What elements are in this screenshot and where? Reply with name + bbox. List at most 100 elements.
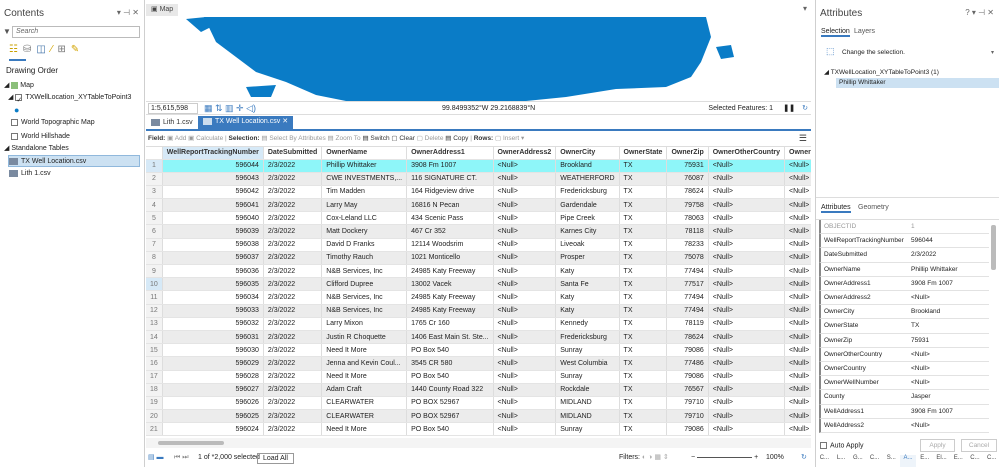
- table-cell[interactable]: <Null>: [493, 238, 557, 252]
- table-cell[interactable]: <Null>: [784, 159, 811, 173]
- copy-button[interactable]: ▤ Copy: [445, 135, 468, 142]
- table-cell[interactable]: Cox-Leland LLC: [321, 211, 408, 226]
- table-cell[interactable]: Tim Madden: [321, 185, 408, 200]
- attribute-row[interactable]: OBJECTID 1: [819, 220, 989, 235]
- table-cell[interactable]: <Null>: [708, 159, 786, 173]
- table-cell[interactable]: <Null>: [708, 264, 786, 279]
- table-cell[interactable]: 2/3/2022: [263, 159, 323, 173]
- table-cell[interactable]: David D Franks: [321, 238, 408, 252]
- table-cell[interactable]: <Null>: [708, 290, 786, 305]
- table-cell[interactable]: 24985 Katy Freeway: [406, 264, 494, 279]
- table-cell[interactable]: MIDLAND: [555, 396, 620, 411]
- auto-apply-checkbox[interactable]: Auto Apply: [820, 442, 863, 449]
- table-row[interactable]: 12 596033 2/3/2022 N&B Services, Inc 24985 K…: [146, 304, 811, 318]
- table-cell[interactable]: 596039: [162, 224, 264, 239]
- row-number[interactable]: 21: [146, 422, 163, 437]
- table-cell[interactable]: Justin R Choquette: [321, 330, 408, 345]
- table-cell[interactable]: <Null>: [784, 396, 811, 411]
- table-cell[interactable]: TX: [619, 185, 668, 200]
- table-cell[interactable]: PO Box 540: [406, 422, 494, 437]
- attribute-row[interactable]: OwnerWellNumber <Null>: [819, 376, 989, 391]
- table-cell[interactable]: MIDLAND: [555, 409, 620, 424]
- checkbox[interactable]: [820, 442, 827, 449]
- table-cell[interactable]: 79710: [666, 396, 709, 411]
- selection-icon[interactable]: ◫: [36, 44, 50, 55]
- row-number[interactable]: 2: [146, 172, 163, 186]
- table-row[interactable]: 15 596030 2/3/2022 Need It More PO Box 540 <N…: [146, 343, 811, 358]
- table-cell[interactable]: TX: [619, 356, 668, 371]
- refresh-icon[interactable]: ↻: [801, 451, 807, 465]
- table-cell[interactable]: 596044: [162, 159, 264, 173]
- row-number[interactable]: 12: [146, 304, 163, 318]
- field-value[interactable]: <Null>: [911, 419, 930, 433]
- zoom-slider[interactable]: − +: [691, 451, 758, 465]
- table-cell[interactable]: <Null>: [493, 370, 557, 384]
- tree-layer-topo[interactable]: World Topographic Map: [11, 117, 95, 129]
- map-view[interactable]: [146, 17, 815, 101]
- row-number[interactable]: 6: [146, 224, 163, 239]
- table-cell[interactable]: 596031: [162, 330, 264, 345]
- table-cell[interactable]: PO Box 540: [406, 343, 494, 358]
- vertical-scrollbar[interactable]: [991, 225, 996, 270]
- table-cell[interactable]: <Null>: [784, 409, 811, 424]
- table-cell[interactable]: TX: [619, 211, 668, 226]
- field-value[interactable]: 1: [911, 220, 915, 234]
- row-number[interactable]: 5: [146, 211, 163, 226]
- table-cell[interactable]: <Null>: [708, 356, 786, 371]
- field-value[interactable]: 75931: [911, 334, 929, 348]
- field-value[interactable]: Brookland: [911, 305, 940, 319]
- row-number[interactable]: 19: [146, 396, 163, 411]
- attribute-row[interactable]: WellAddress2 <Null>: [819, 418, 989, 433]
- attribute-row[interactable]: WellReportTrackingNumber 596044: [819, 234, 989, 249]
- checkbox[interactable]: [11, 132, 18, 140]
- table-cell[interactable]: Gardendale: [555, 198, 620, 213]
- view-toggle-icons[interactable]: ▤ ▬: [148, 451, 164, 465]
- tab-tx-well-location[interactable]: TX Well Location.csv ✕: [198, 116, 294, 129]
- row-number[interactable]: 1: [146, 159, 163, 173]
- table-cell[interactable]: <Null>: [784, 185, 811, 200]
- table-cell[interactable]: <Null>: [708, 304, 786, 318]
- table-cell[interactable]: 596024: [162, 422, 264, 437]
- table-cell[interactable]: Katy: [555, 264, 620, 279]
- table-cell[interactable]: 78624: [666, 185, 709, 200]
- table-cell[interactable]: 596030: [162, 343, 264, 358]
- field-value[interactable]: Phillip Whittaker: [911, 263, 958, 277]
- table-cell[interactable]: 596036: [162, 264, 264, 279]
- table-cell[interactable]: Timothy Rauch: [321, 251, 408, 266]
- table-cell[interactable]: <Null>: [493, 396, 557, 411]
- table-row[interactable]: 16 596029 2/3/2022 Jenna and Kevin Coul... 3…: [146, 356, 811, 371]
- table-cell[interactable]: 12114 Woodsrim: [406, 238, 494, 252]
- table-cell[interactable]: 78119: [666, 317, 709, 331]
- field-value[interactable]: 596044: [911, 234, 933, 248]
- table-cell[interactable]: 2/3/2022: [263, 198, 323, 213]
- table-cell[interactable]: TX: [619, 277, 668, 292]
- table-cell[interactable]: Rockdale: [555, 383, 620, 397]
- field-value[interactable]: <Null>: [911, 291, 930, 305]
- table-cell[interactable]: CLEARWATER: [321, 409, 408, 424]
- select-by-attributes-button[interactable]: ▤ Select By Attributes: [261, 135, 325, 142]
- table-cell[interactable]: Katy: [555, 290, 620, 305]
- table-cell[interactable]: 3545 CR 580: [406, 356, 494, 371]
- apply-button[interactable]: Apply: [920, 439, 955, 452]
- table-cell[interactable]: 596027: [162, 383, 264, 397]
- pane-tab[interactable]: El...: [933, 455, 950, 467]
- row-number[interactable]: 13: [146, 317, 163, 331]
- table-cell[interactable]: 2/3/2022: [263, 422, 323, 437]
- table-cell[interactable]: <Null>: [784, 343, 811, 358]
- tree-map[interactable]: ◢ Map: [4, 80, 34, 92]
- table-cell[interactable]: Sunray: [555, 370, 620, 384]
- table-cell[interactable]: <Null>: [708, 185, 786, 200]
- table-cell[interactable]: PO BOX 52967: [406, 396, 494, 411]
- table-cell[interactable]: 76087: [666, 172, 709, 186]
- table-cell[interactable]: <Null>: [708, 422, 786, 437]
- pane-tab[interactable]: C...: [983, 455, 999, 467]
- table-row[interactable]: 3 596042 2/3/2022 Tim Madden 164 Ridgeview d…: [146, 185, 811, 200]
- table-cell[interactable]: 2/3/2022: [263, 264, 323, 279]
- row-number[interactable]: 10: [146, 277, 163, 292]
- table-row[interactable]: 14 596031 2/3/2022 Justin R Choquette 1406 E…: [146, 330, 811, 345]
- cancel-button[interactable]: Cancel: [961, 439, 997, 452]
- layer-node[interactable]: ◢ TXWellLocation_XYTableToPoint3 (1): [824, 68, 939, 76]
- table-cell[interactable]: 434 Scenic Pass: [406, 211, 494, 226]
- table-cell[interactable]: Liveoak: [555, 238, 620, 252]
- table-cell[interactable]: 77494: [666, 264, 709, 279]
